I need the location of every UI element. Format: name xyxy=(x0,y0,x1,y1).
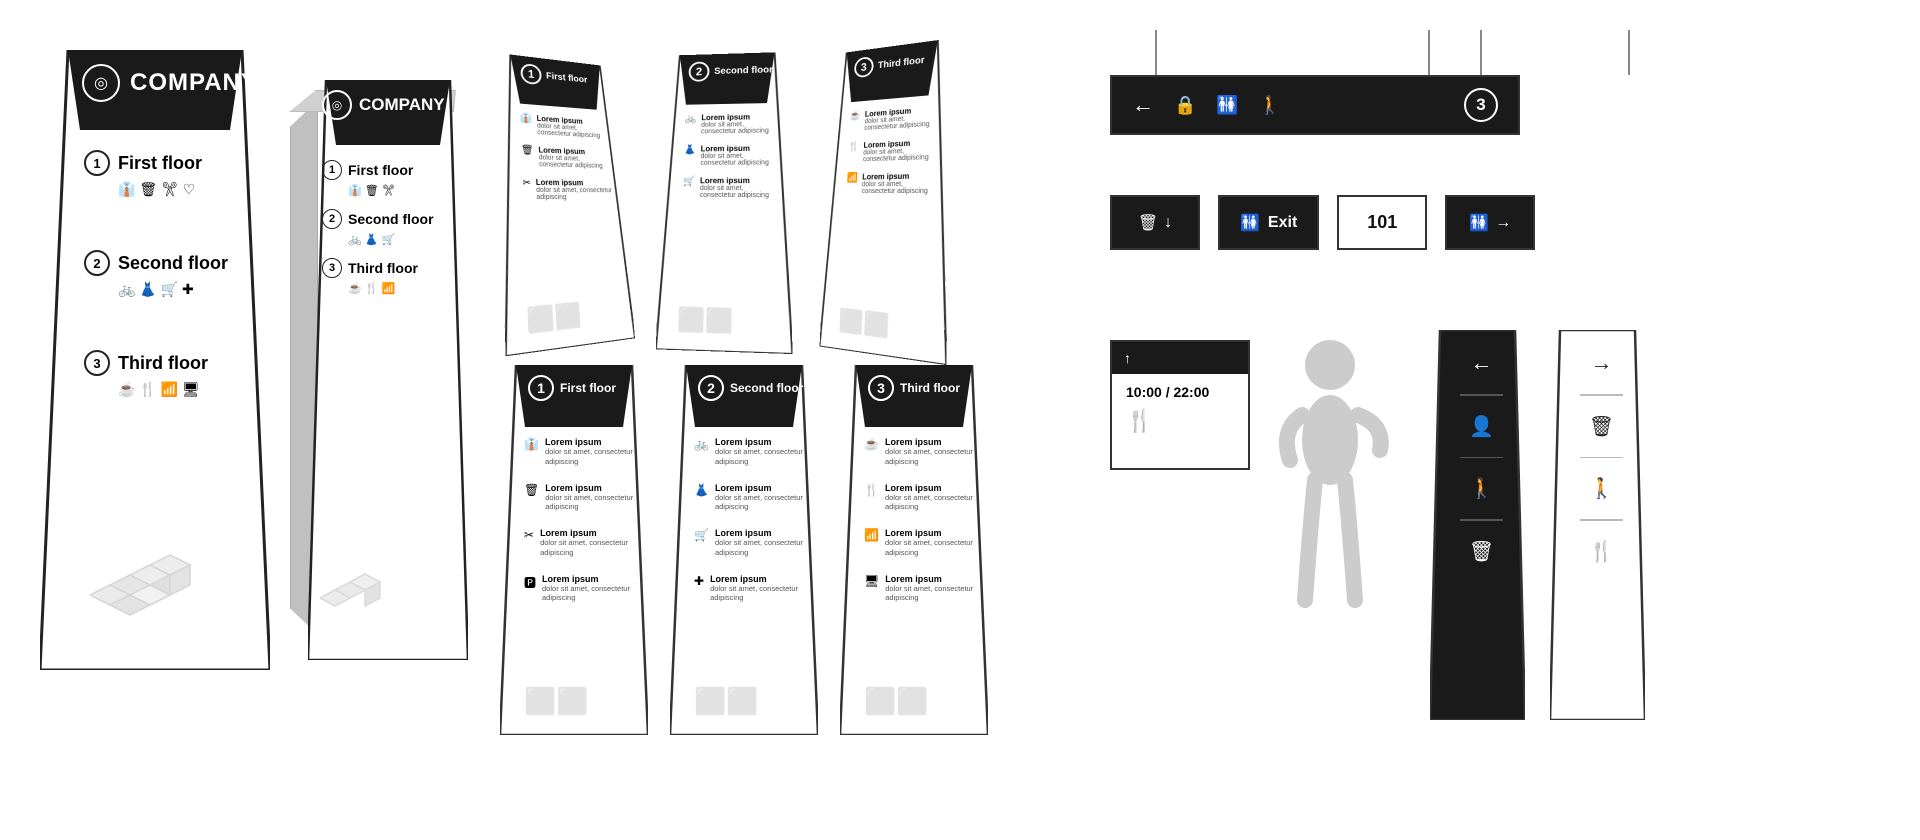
room-number: 101 xyxy=(1367,212,1397,233)
ceiling-wire-left xyxy=(1428,30,1430,75)
trash-icon: 🗑 xyxy=(1138,213,1158,233)
floor1-bottom-sign: 1 First floor 👔Lorem ipsumdolor sit amet… xyxy=(500,365,648,735)
floor1-top-sign: 1 First floor 👔Lorem ipsumdolor sit amet… xyxy=(496,53,635,357)
wall-sign-exit: 🚻 Exit xyxy=(1218,195,1319,250)
pillar-divider-2 xyxy=(1460,457,1503,459)
floor2-top-sign: 2 Second floor 🚲Lorem ipsumdolor sit ame… xyxy=(656,52,793,354)
hours-sign: ↑ 10:00 / 22:00 🍴 xyxy=(1110,340,1250,470)
bot3-label: Third floor xyxy=(900,381,960,395)
s3d-floor2-num: 2 xyxy=(322,209,342,229)
floor3-top-sign: 3 Third floor ☕Lorem ipsumdolor sit amet… xyxy=(820,38,953,365)
pillar-divider-3 xyxy=(1460,519,1503,521)
floor3-label: Third floor xyxy=(118,353,208,374)
s3d-floor3-num: 3 xyxy=(322,258,342,278)
bot1-num: 1 xyxy=(528,375,554,401)
bot3-num: 3 xyxy=(868,375,894,401)
hanging-escalator-icon: 🚶 xyxy=(1259,95,1281,116)
top1-num: 1 xyxy=(520,63,542,85)
floor3-icons: ☕ 🍴 📶 🖥 xyxy=(84,381,208,398)
bot1-label: First floor xyxy=(560,381,616,395)
floor2-bottom-sign: 2 Second floor 🚲Lorem ipsumdolor sit ame… xyxy=(670,365,818,735)
wall-sign-room101: 101 xyxy=(1337,195,1427,250)
hanging-arrow-icon: ← xyxy=(1132,92,1154,118)
restroom-icon: 🚻 xyxy=(1469,213,1489,233)
pillar-person-icon: 👤 xyxy=(1469,414,1494,439)
pillar-divider-1 xyxy=(1460,394,1503,396)
pillar-right-arrow: → xyxy=(1591,350,1613,376)
top3-num: 3 xyxy=(854,56,874,78)
pillar-r-escalator-icon: 🚶 xyxy=(1589,476,1614,501)
top2-label: Second floor xyxy=(714,65,773,77)
wall-sign-trash-down: 🗑 ↓ xyxy=(1110,195,1200,250)
pillar-escalator-icon: 🚶 xyxy=(1469,476,1494,501)
down-arrow-icon: ↓ xyxy=(1164,214,1172,232)
floor2-num: 2 xyxy=(84,250,110,276)
floor3-bottom-sign: 3 Third floor ☕Lorem ipsumdolor sit amet… xyxy=(840,365,988,735)
pillar-r-divider-3 xyxy=(1580,519,1623,521)
right-arrow-icon: → xyxy=(1495,214,1511,232)
pillar-r-divider-2 xyxy=(1580,457,1623,459)
sign3d-logo: ◎ xyxy=(322,90,352,120)
up-arrow-icon: ↑ xyxy=(1124,350,1131,366)
s3d-floor3-icons: ☕ 🍴 📶 xyxy=(322,282,434,295)
exit-restroom-icon: 🚻 xyxy=(1240,213,1260,233)
floor3-num: 3 xyxy=(84,350,110,376)
hanging-wayfinding-sign: ← 🔒 🚻 🚶 3 xyxy=(1110,75,1520,135)
s3d-floor2-label: Second floor xyxy=(348,211,434,227)
ceiling-wire-right xyxy=(1628,30,1630,75)
floor1-label: First floor xyxy=(118,153,202,174)
s3d-floor1-icons: 👔 🗑 ✂ xyxy=(322,184,434,197)
wall-sign-restroom-right: 🚻 → xyxy=(1445,195,1535,250)
floor1-num: 1 xyxy=(84,150,110,176)
main-directory-sign: ◎ COMPANY 1 First floor 👔 🗑 ✂ ♡ 2 Second… xyxy=(40,50,270,670)
exit-label: Exit xyxy=(1268,214,1297,232)
top1-label: First floor xyxy=(546,71,588,85)
s3d-floor2-icons: 🚲 👗 🛒 xyxy=(322,233,434,246)
pillar-trash-icon: 🗑 xyxy=(1469,539,1494,564)
pillar-left-arrow: ← xyxy=(1471,350,1493,376)
wall-signs-row: 🗑 ↓ 🚻 Exit 101 🚻 → xyxy=(1110,195,1535,250)
wire-right xyxy=(1480,30,1482,75)
s3d-floor1-label: First floor xyxy=(348,162,413,178)
hours-text: 10:00 / 22:00 xyxy=(1126,384,1234,400)
company-logo: ◎ xyxy=(82,64,120,102)
top2-num: 2 xyxy=(688,61,709,81)
company-name: COMPANY xyxy=(130,69,258,97)
sign-3d-perspective: ◎ COMPANY 1 First floor 👔 🗑 ✂ 2 Second f… xyxy=(290,80,470,660)
pillar-sign-left: ← 👤 🚶 🗑 xyxy=(1430,330,1525,720)
hanging-lock-icon: 🔒 xyxy=(1174,95,1196,116)
pillar-sign-right: → 🗑 🚶 🍴 xyxy=(1550,330,1645,720)
top3-label: Third floor xyxy=(878,55,925,71)
pillar-r-divider-1 xyxy=(1580,394,1623,396)
person-silhouette-container xyxy=(1270,330,1390,620)
floor2-icons: 🚲 👗 🛒 ✚ xyxy=(84,281,228,298)
hanging-floor-num: 3 xyxy=(1464,88,1498,122)
bot2-num: 2 xyxy=(698,375,724,401)
s3d-floor3-label: Third floor xyxy=(348,260,418,276)
pillar-r-trash-icon: 🗑 xyxy=(1589,414,1614,439)
floor2-label: Second floor xyxy=(118,253,228,274)
s3d-floor1-num: 1 xyxy=(322,160,342,180)
pillar-r-food-icon: 🍴 xyxy=(1589,539,1614,564)
hanging-restroom-icon: 🚻 xyxy=(1216,95,1238,116)
wire-left xyxy=(1155,30,1157,75)
sign3d-company: COMPANY xyxy=(359,95,445,115)
bot2-label: Second floor xyxy=(730,381,803,395)
restaurant-icon: 🍴 xyxy=(1126,408,1234,434)
floor1-icons: 👔 🗑 ✂ ♡ xyxy=(84,181,202,198)
